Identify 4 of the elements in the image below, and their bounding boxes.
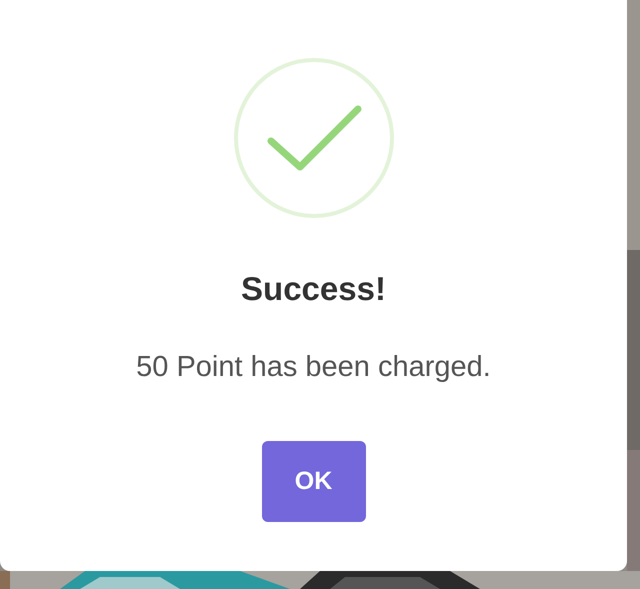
dialog-message: 50 Point has been charged. bbox=[136, 350, 491, 385]
check-circle-icon bbox=[232, 57, 394, 219]
ok-button[interactable]: OK bbox=[262, 441, 366, 522]
dialog-title: Success! bbox=[241, 269, 386, 309]
